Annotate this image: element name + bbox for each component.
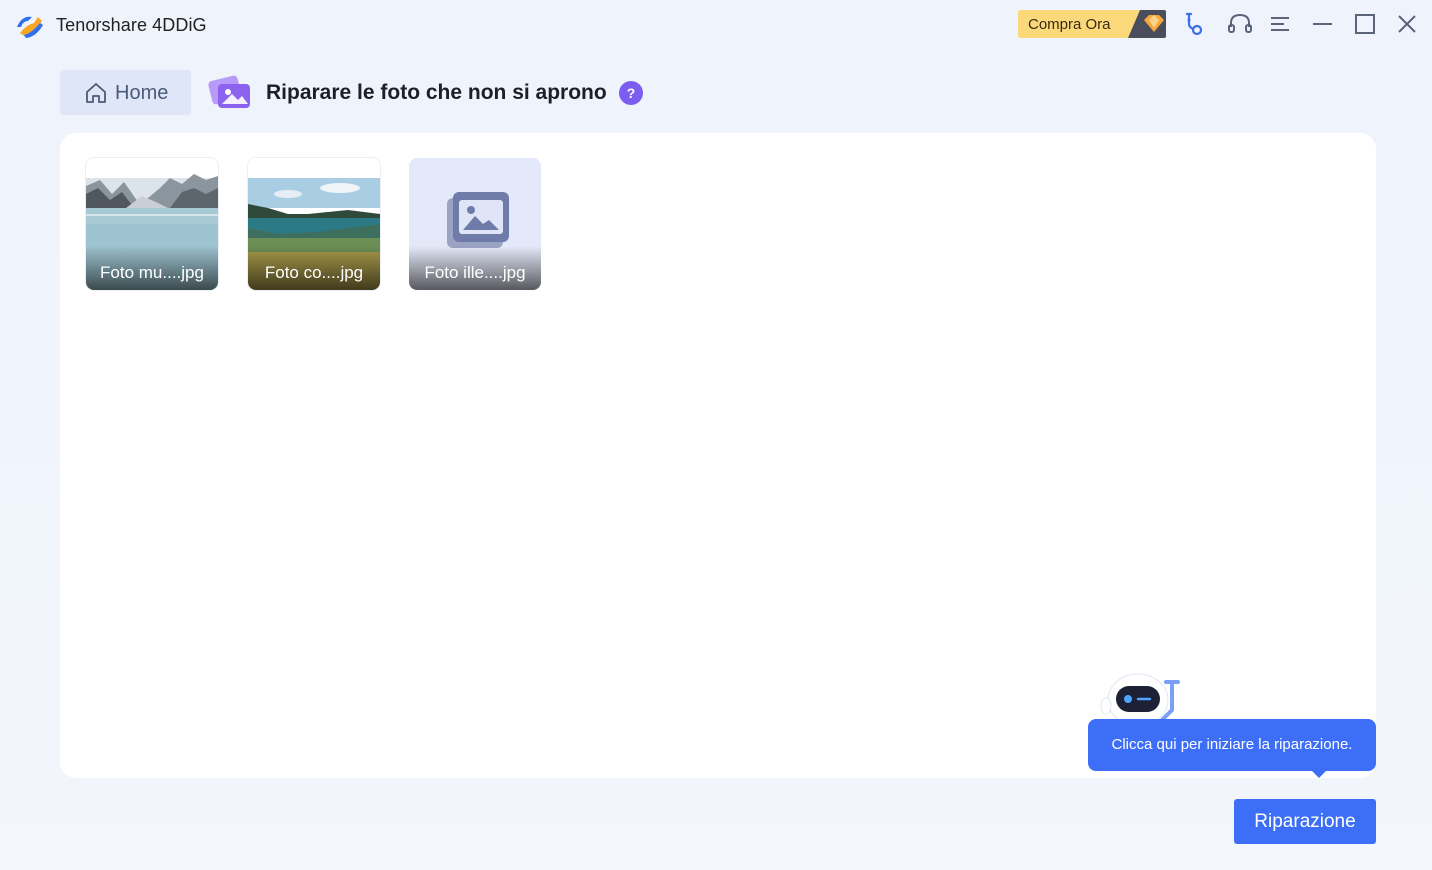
tooltip-text: Clicca qui per iniziare la riparazione. <box>1111 736 1353 753</box>
tooltip-arrow <box>1311 770 1327 778</box>
file-thumbnail-2[interactable]: Foto co....jpg <box>248 158 380 290</box>
home-icon <box>86 83 106 103</box>
page-title: Riparare le foto che non si aprono <box>266 81 607 104</box>
file-caption: Foto ille....jpg <box>424 263 526 282</box>
help-icon[interactable]: ? <box>619 81 643 105</box>
buy-now-label: Compra Ora <box>1028 16 1111 33</box>
home-label: Home <box>115 82 169 104</box>
file-caption: Foto mu....jpg <box>100 263 204 282</box>
maximize-icon[interactable] <box>1352 11 1378 37</box>
headset-icon[interactable] <box>1227 11 1253 37</box>
minimize-icon[interactable] <box>1310 11 1336 37</box>
app-window: Tenorshare 4DDiG Compra Ora Home Riparar… <box>0 0 1432 870</box>
repair-button[interactable]: Riparazione <box>1234 799 1376 844</box>
repair-tooltip: Clicca qui per iniziare la riparazione. <box>1088 719 1376 771</box>
key-icon[interactable] <box>1181 11 1207 37</box>
file-thumbnail-3[interactable]: Foto ille....jpg <box>409 158 541 290</box>
home-button[interactable]: Home <box>60 70 191 115</box>
title-bar: Tenorshare 4DDiG Compra Ora <box>0 0 1432 52</box>
close-icon[interactable] <box>1394 11 1420 37</box>
buy-now-button[interactable]: Compra Ora <box>1018 10 1166 38</box>
app-title: Tenorshare 4DDiG <box>56 15 207 35</box>
app-logo <box>17 16 43 38</box>
repair-label: Riparazione <box>1254 811 1356 832</box>
file-thumbnail-1[interactable]: Foto mu....jpg <box>86 158 218 290</box>
file-caption: Foto co....jpg <box>264 263 364 282</box>
menu-icon[interactable] <box>1268 11 1294 37</box>
photo-repair-icon <box>208 75 250 108</box>
